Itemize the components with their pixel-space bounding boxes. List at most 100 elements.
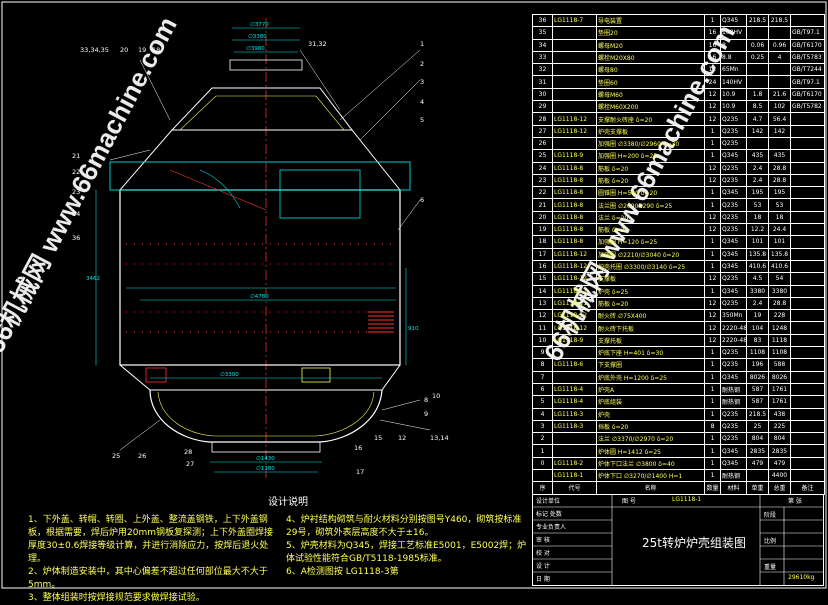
tb-row-5: 设 计 bbox=[536, 563, 550, 570]
bom-row: 12 LG1118-12 耐火砖 ∅75X400 12 350Mn 19 228 bbox=[532, 309, 825, 323]
bom-cell bbox=[790, 247, 825, 261]
bom-cell: 4400 bbox=[768, 468, 791, 483]
bom-cell: LG1118-8 bbox=[552, 161, 597, 175]
bom-cell: 14 bbox=[532, 284, 553, 298]
bom-row: 6 LG1118-4 炉壳A 1 耐热钢 587 1761 bbox=[532, 382, 825, 397]
dim-bottom-2: ∅1380 bbox=[256, 466, 275, 472]
bom-cell: Q235 bbox=[720, 358, 747, 372]
bom-cell: 支撑耐火砖座 δ=20 bbox=[596, 112, 705, 126]
bom-cell: 26 bbox=[532, 136, 553, 151]
bom-cell: 32 bbox=[532, 63, 553, 77]
bom-cell: 炉底下座 H=401 δ=30 bbox=[596, 346, 705, 360]
bom-cell bbox=[790, 173, 825, 188]
bom-cell: 1248 bbox=[768, 321, 791, 335]
bom-cell: 4 bbox=[768, 50, 791, 65]
bom-cell bbox=[746, 468, 769, 483]
bom-cell bbox=[768, 136, 791, 151]
leader-9: 9 bbox=[424, 410, 428, 418]
bom-cell: LG1118-8 bbox=[552, 173, 597, 188]
bom-cell: 17 bbox=[532, 247, 553, 261]
bom-cell bbox=[552, 432, 597, 446]
bom-cell bbox=[768, 63, 791, 77]
bom-cell: LG1118-3 bbox=[552, 419, 597, 434]
bom-cell: 1 bbox=[704, 149, 721, 163]
bom-cell: 142 bbox=[768, 124, 791, 138]
bom-cell: LG1118-8 bbox=[552, 186, 597, 200]
bom-cell: 12 bbox=[704, 161, 721, 175]
leader-17: 17 bbox=[356, 468, 364, 476]
bom-cell: 1 bbox=[704, 432, 721, 446]
bom-row: 18 LG1118-8 加强圈 H=120 δ=25 1 Q345 101 101 bbox=[532, 235, 825, 249]
bom-cell: 28 bbox=[532, 112, 553, 126]
bom-cell: Q235 bbox=[720, 419, 747, 434]
bom-cell: 1 bbox=[704, 235, 721, 249]
bom-cell: 16 bbox=[704, 50, 721, 65]
bom-cell: 23 bbox=[532, 173, 553, 188]
bom-cell: 195 bbox=[768, 186, 791, 200]
bom-cell: LG1118-12 bbox=[552, 284, 597, 298]
bom-cell bbox=[790, 346, 825, 360]
bom-cell: LG1118-8 bbox=[552, 223, 597, 237]
bom-cell bbox=[552, 87, 597, 102]
bom-cell: 101 bbox=[768, 235, 791, 249]
dim-mid: ∅4780 bbox=[250, 294, 269, 300]
bom-cell: 3 bbox=[532, 419, 553, 434]
bom-row: 28 LG1118-12 支撑耐火砖座 δ=20 12 Q235 4.7 56.4 bbox=[532, 112, 825, 126]
leader-1: 1 bbox=[420, 40, 424, 48]
bom-cell: 1 bbox=[704, 13, 721, 28]
bom-cell: 螺栓M20X80 bbox=[596, 50, 705, 65]
bom-cell bbox=[552, 38, 597, 52]
bom-cell: 12 bbox=[704, 272, 721, 286]
notes-left-column: 1、下外盖、转帽、转圈、上外盖、整流盖钢铁，上下外盖钢板，根据需要，焊后炉用20… bbox=[28, 514, 273, 605]
tb-row-6: 日 期 bbox=[536, 576, 550, 583]
leader-16: 16 bbox=[354, 444, 362, 452]
bom-row: 7 炉底外壳 H=1200 δ=25 1 Q345 8026 8026 bbox=[532, 370, 825, 384]
bom-cell: 12 bbox=[704, 100, 721, 114]
bom-cell: 135.8 bbox=[768, 247, 791, 261]
bom-cell: 加强圈 ∅2210/∅3040 δ=20 bbox=[596, 247, 705, 261]
bom-cell: 1 bbox=[704, 444, 721, 458]
bom-cell: LG1118-4 bbox=[552, 382, 597, 397]
bom-cell: 5 bbox=[532, 395, 553, 409]
bom-cell: 2835 bbox=[746, 444, 769, 458]
bom-cell: 4.5 bbox=[746, 272, 769, 286]
bom-header-cell: 备注 bbox=[790, 481, 825, 495]
bom-cell: 垫圈60 bbox=[596, 75, 705, 89]
spring-stack bbox=[368, 311, 394, 333]
bom-cell: LG1118-8 bbox=[552, 210, 597, 225]
bom-cell: 12 bbox=[704, 63, 721, 77]
bom-cell: 1 bbox=[704, 186, 721, 200]
bom-cell bbox=[552, 75, 597, 89]
bom-cell: 28.8 bbox=[768, 173, 791, 188]
bom-cell bbox=[790, 210, 825, 225]
dim-top-1: ∅3770 bbox=[250, 22, 269, 28]
bom-cell: 12 bbox=[704, 173, 721, 188]
bom-cell: 225 bbox=[768, 419, 791, 434]
bom-cell: 1 bbox=[704, 407, 721, 421]
bom-header-cell: 材料 bbox=[720, 481, 747, 495]
bom-cell: 16 bbox=[532, 259, 553, 274]
bom-cell: 12 bbox=[532, 309, 553, 323]
bom-cell: Q235 bbox=[720, 296, 747, 311]
notes-title: 设计说明 bbox=[268, 497, 308, 508]
bom-cell: 140HV bbox=[720, 75, 747, 89]
bom-cell: 10.9 bbox=[720, 100, 747, 114]
bom-cell: GB/T97.1 bbox=[790, 26, 825, 40]
bom-cell: 2835 bbox=[768, 444, 791, 458]
bom-cell: LG1118-12 bbox=[552, 321, 597, 335]
bom-row: 35 垫圈20 16 100HV GB/T97.1 bbox=[532, 26, 825, 40]
bom-cell: 加强圈 ∅3380/∅2960 δ=30 bbox=[596, 136, 705, 151]
tb-row-0: 设计单位 bbox=[536, 498, 561, 505]
bom-table: 36 LG1118-7 导电装置 1 Q345 218.5 218.5 35 垫圈20 16 100… bbox=[532, 13, 825, 495]
upper-cone bbox=[170, 87, 354, 131]
note-item: 2、炉体制造安装中，其中心偏差不超过任何部位最大不大于5mm。 bbox=[28, 567, 268, 590]
bom-cell bbox=[790, 419, 825, 434]
bom-cell: 支撑板 bbox=[596, 272, 705, 286]
tb-weight: 29610kg bbox=[788, 574, 815, 581]
bom-cell bbox=[552, 370, 597, 384]
bom-row: 13 LG1118-11 筋板 δ=20 12 Q235 2.4 28.8 bbox=[532, 296, 825, 311]
bom-cell: LG1118-7 bbox=[552, 13, 597, 28]
bom-cell bbox=[790, 382, 825, 397]
bom-cell bbox=[790, 284, 825, 298]
bom-cell: Q235 bbox=[720, 272, 747, 286]
